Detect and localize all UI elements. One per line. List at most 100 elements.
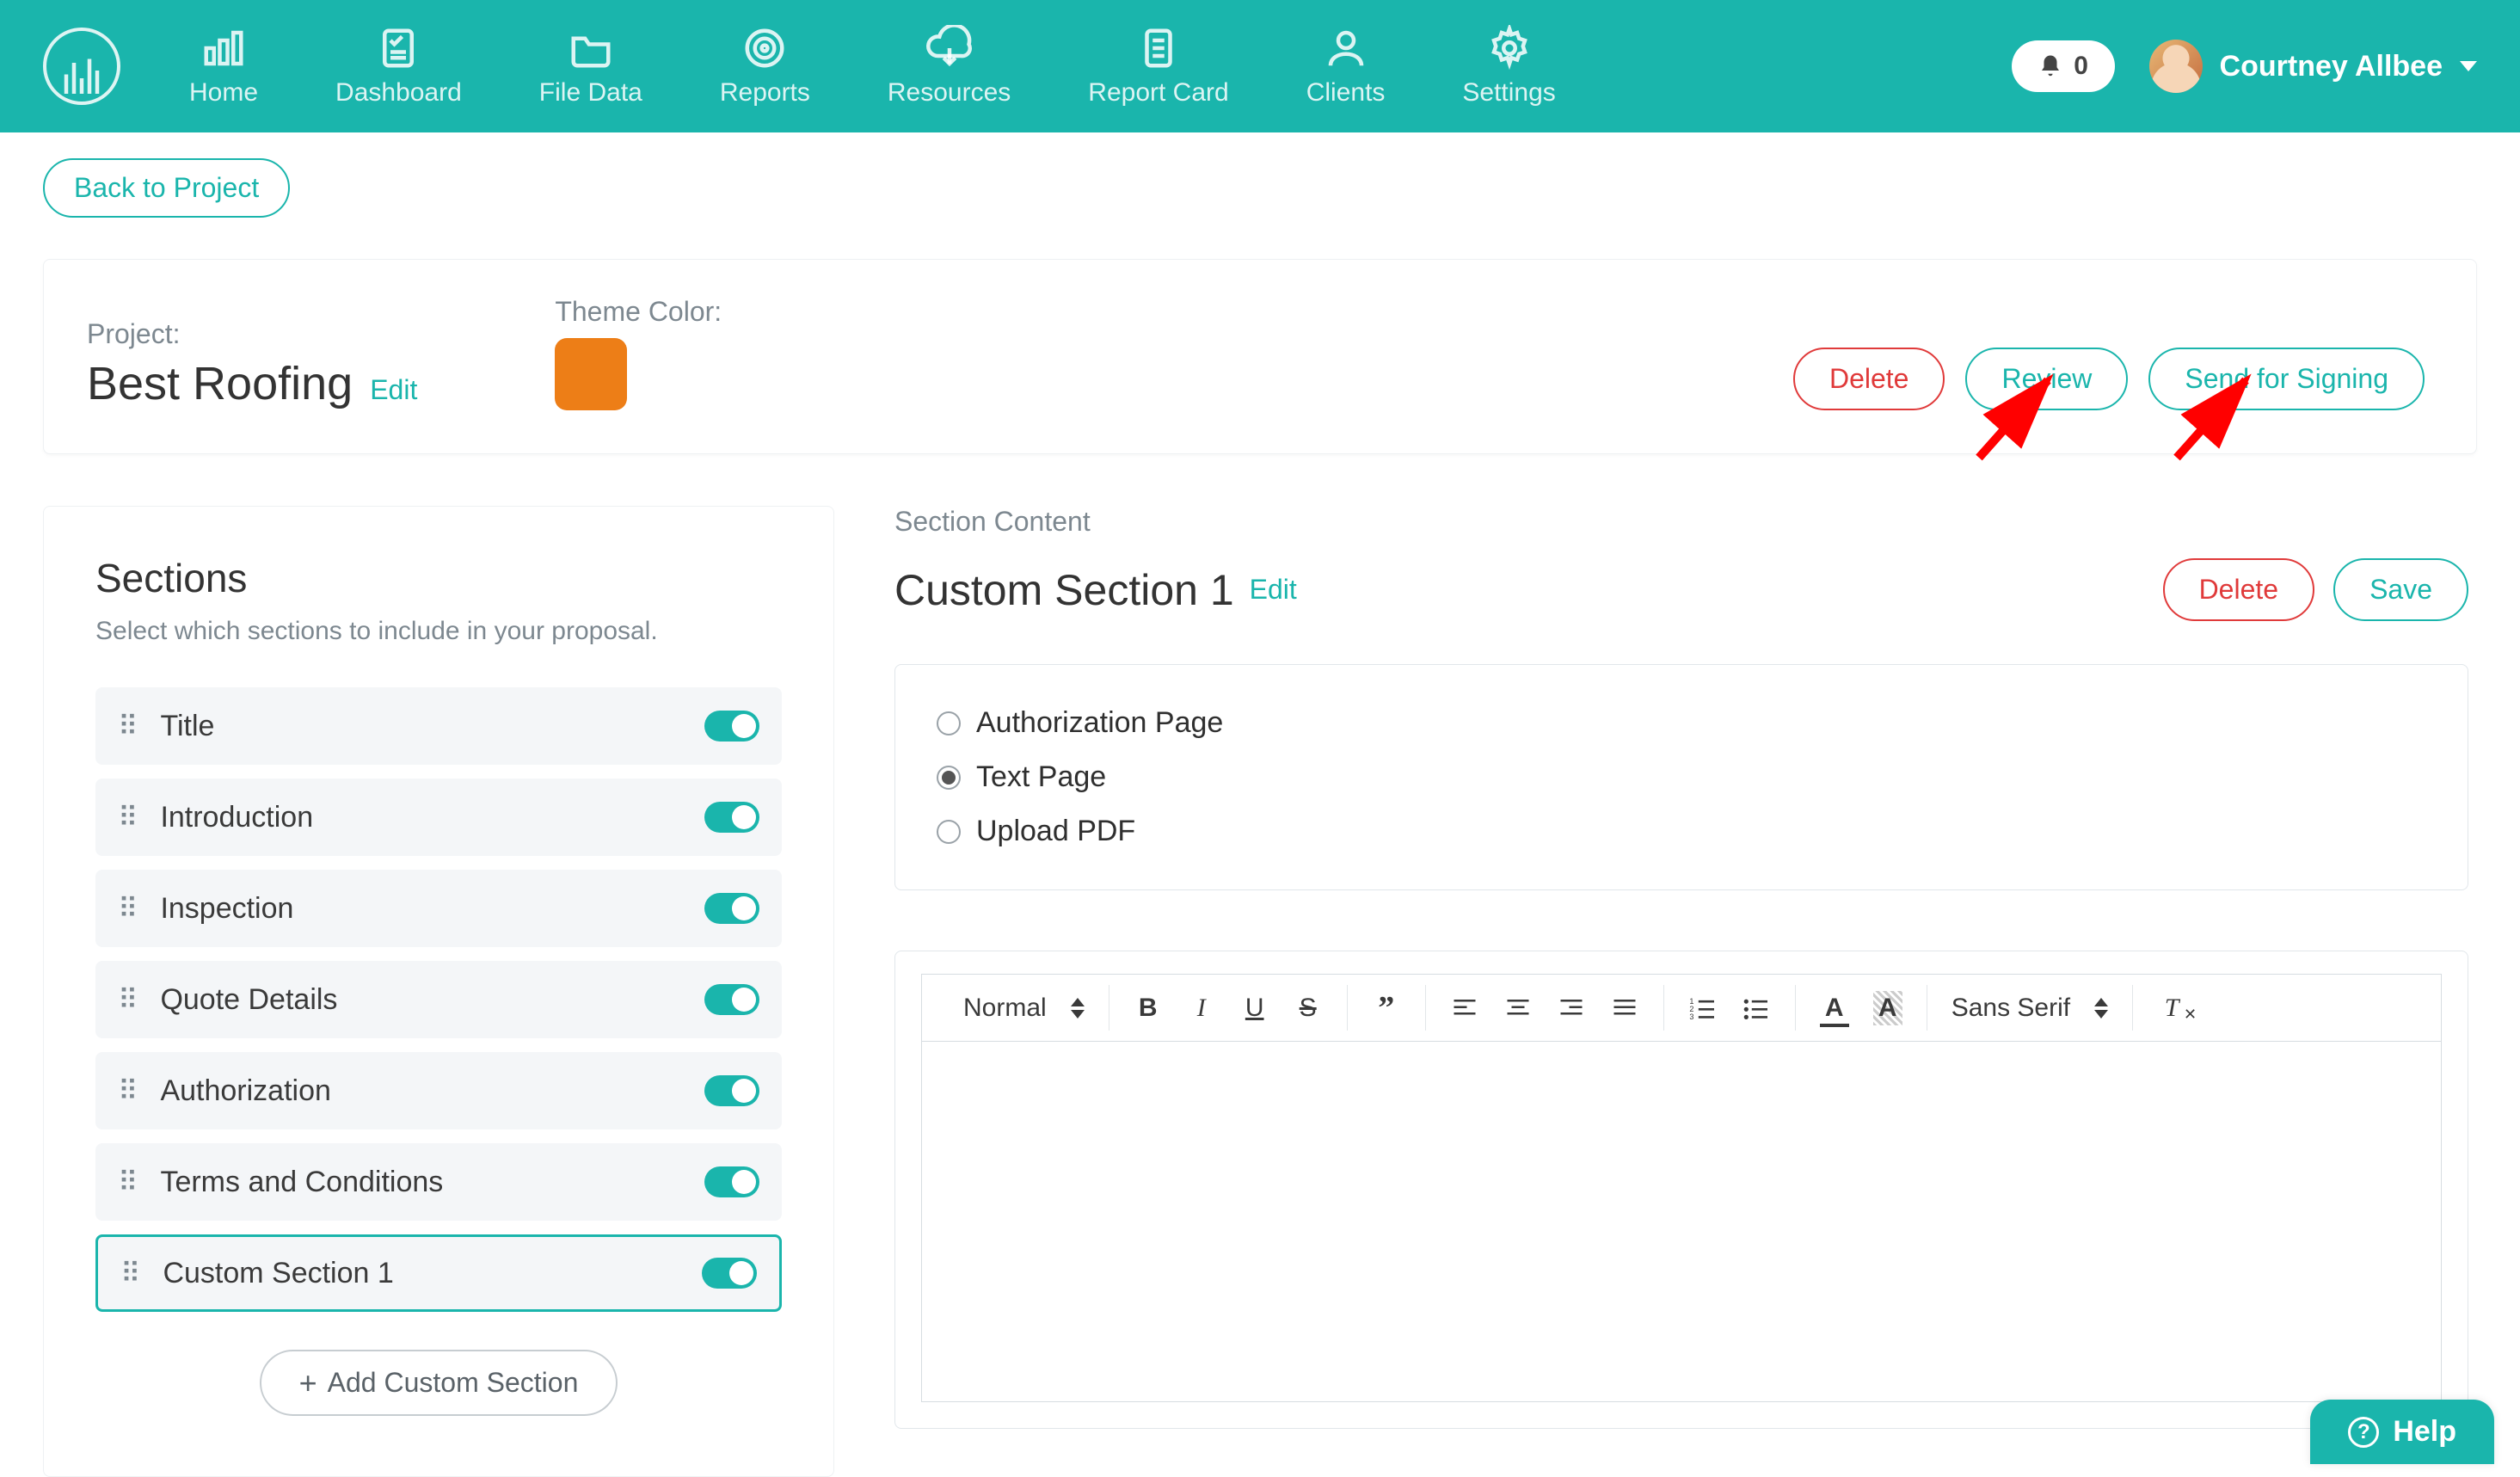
nav-dashboard[interactable]: Dashboard bbox=[335, 25, 462, 108]
user-name: Courtney Allbee bbox=[2220, 50, 2443, 83]
chevron-down-icon bbox=[2460, 61, 2477, 71]
nav-label: Home bbox=[189, 78, 258, 108]
section-row-label: Introduction bbox=[160, 801, 313, 834]
nav-clients[interactable]: Clients bbox=[1306, 25, 1386, 108]
back-to-project-button[interactable]: Back to Project bbox=[43, 158, 290, 218]
section-row-label: Custom Section 1 bbox=[163, 1257, 393, 1290]
toolbar-style-select[interactable]: Normal bbox=[963, 994, 1085, 1023]
section-toggle[interactable] bbox=[704, 1166, 759, 1197]
nav-resources[interactable]: Resources bbox=[888, 25, 1011, 108]
section-row[interactable]: ⠿ Title bbox=[95, 687, 782, 765]
toolbar-style-label: Normal bbox=[963, 994, 1047, 1023]
nav-label: Clients bbox=[1306, 78, 1386, 108]
nav-reports[interactable]: Reports bbox=[720, 25, 810, 108]
page-type-option[interactable]: Text Page bbox=[937, 750, 2426, 804]
svg-text:3: 3 bbox=[1689, 1012, 1693, 1019]
add-custom-label: Add Custom Section bbox=[328, 1367, 579, 1399]
nav-file-data[interactable]: File Data bbox=[539, 25, 642, 108]
section-row[interactable]: ⠿ Introduction bbox=[95, 779, 782, 856]
toolbar-highlight-button[interactable]: A bbox=[1873, 991, 1902, 1025]
drag-handle-icon[interactable]: ⠿ bbox=[118, 892, 139, 925]
section-toggle[interactable] bbox=[704, 1075, 759, 1106]
drag-handle-icon[interactable]: ⠿ bbox=[120, 1257, 142, 1289]
toolbar-clear-formatting-button[interactable]: T✕ bbox=[2157, 991, 2186, 1025]
add-custom-section-button[interactable]: + Add Custom Section bbox=[260, 1350, 618, 1416]
toolbar-bullet-list-button[interactable] bbox=[1742, 991, 1771, 1025]
section-row[interactable]: ⠿ Custom Section 1 bbox=[95, 1234, 782, 1312]
top-nav: Home Dashboard File Data Reports Resourc… bbox=[0, 0, 2520, 132]
project-edit-link[interactable]: Edit bbox=[370, 374, 417, 406]
section-content-label: Section Content bbox=[894, 506, 2468, 538]
project-review-button[interactable]: Review bbox=[1965, 348, 2128, 410]
project-send-for-signing-button[interactable]: Send for Signing bbox=[2148, 348, 2425, 410]
sections-title: Sections bbox=[95, 555, 782, 601]
user-menu[interactable]: Courtney Allbee bbox=[2149, 40, 2477, 93]
section-row-label: Quote Details bbox=[160, 983, 337, 1017]
page-type-panel: Authorization Page Text PageUpload PDF bbox=[894, 664, 2468, 890]
help-label: Help bbox=[2393, 1415, 2456, 1449]
section-delete-button[interactable]: Delete bbox=[2163, 558, 2315, 621]
section-title: Custom Section 1 bbox=[894, 565, 1234, 615]
page-type-option[interactable]: Authorization Page bbox=[937, 696, 2426, 750]
toolbar-ordered-list-button[interactable]: 123 bbox=[1688, 991, 1718, 1025]
toolbar-align-right-button[interactable] bbox=[1557, 991, 1586, 1025]
project-header-bar: Project: Best Roofing Edit Theme Color: … bbox=[43, 259, 2477, 454]
drag-handle-icon[interactable]: ⠿ bbox=[118, 801, 139, 834]
document-icon bbox=[1135, 25, 1182, 71]
nav-settings[interactable]: Settings bbox=[1462, 25, 1555, 108]
drag-handle-icon[interactable]: ⠿ bbox=[118, 1074, 139, 1107]
sections-panel: Sections Select which sections to includ… bbox=[43, 506, 834, 1477]
section-row-label: Title bbox=[160, 710, 214, 743]
toolbar-font-select[interactable]: Sans Serif bbox=[1951, 994, 2108, 1023]
help-button[interactable]: ? Help bbox=[2310, 1400, 2494, 1464]
toolbar-underline-button[interactable]: U bbox=[1240, 991, 1269, 1025]
toolbar-quote-button[interactable]: ” bbox=[1372, 991, 1401, 1025]
page-type-option[interactable]: Upload PDF bbox=[937, 804, 2426, 859]
section-row[interactable]: ⠿Terms and Conditions bbox=[95, 1143, 782, 1221]
section-toggle[interactable] bbox=[704, 802, 759, 833]
cloud-download-icon bbox=[926, 25, 973, 71]
project-delete-button[interactable]: Delete bbox=[1793, 348, 1945, 410]
toolbar-strikethrough-button[interactable]: S bbox=[1294, 991, 1323, 1025]
theme-color-swatch[interactable] bbox=[555, 338, 627, 410]
section-toggle[interactable] bbox=[704, 893, 759, 924]
toolbar-align-justify-button[interactable] bbox=[1610, 991, 1639, 1025]
section-toggle[interactable] bbox=[704, 984, 759, 1015]
nav-label: Resources bbox=[888, 78, 1011, 108]
app-logo-icon[interactable] bbox=[43, 28, 120, 105]
editor-panel: Normal B I U S ” bbox=[894, 951, 2468, 1429]
notification-count: 0 bbox=[2074, 52, 2088, 81]
toolbar-text-color-button[interactable]: A bbox=[1820, 991, 1849, 1025]
page-type-label: Authorization Page bbox=[976, 706, 1223, 740]
plus-icon: + bbox=[299, 1368, 317, 1399]
section-row-label: Inspection bbox=[160, 892, 293, 926]
gear-icon bbox=[1486, 25, 1533, 71]
drag-handle-icon[interactable]: ⠿ bbox=[118, 710, 139, 742]
radio-icon bbox=[937, 711, 961, 735]
sections-subtitle: Select which sections to include in your… bbox=[95, 617, 782, 646]
radio-icon bbox=[937, 766, 961, 790]
section-row[interactable]: ⠿ Quote Details bbox=[95, 961, 782, 1038]
section-row-label: Authorization bbox=[160, 1074, 330, 1108]
section-row[interactable]: ⠿ Authorization bbox=[95, 1052, 782, 1129]
section-row[interactable]: ⠿ Inspection bbox=[95, 870, 782, 947]
toolbar-align-center-button[interactable] bbox=[1503, 991, 1533, 1025]
section-title-edit-link[interactable]: Edit bbox=[1250, 574, 1297, 606]
editor-textarea[interactable] bbox=[921, 1041, 2442, 1402]
drag-handle-icon[interactable]: ⠿ bbox=[118, 983, 139, 1016]
drag-handle-icon[interactable]: ⠿ bbox=[118, 1166, 139, 1198]
toolbar-bold-button[interactable]: B bbox=[1134, 991, 1163, 1025]
section-toggle[interactable] bbox=[704, 711, 759, 742]
nav-home[interactable]: Home bbox=[189, 25, 258, 108]
nav-label: Dashboard bbox=[335, 78, 462, 108]
nav-items: Home Dashboard File Data Reports Resourc… bbox=[189, 25, 1556, 108]
section-save-button[interactable]: Save bbox=[2333, 558, 2468, 621]
nav-label: Report Card bbox=[1088, 78, 1228, 108]
help-icon: ? bbox=[2348, 1417, 2379, 1448]
section-toggle[interactable] bbox=[702, 1258, 757, 1289]
toolbar-italic-button[interactable]: I bbox=[1187, 991, 1216, 1025]
nav-report-card[interactable]: Report Card bbox=[1088, 25, 1228, 108]
notifications-pill[interactable]: 0 bbox=[2012, 40, 2115, 92]
toolbar-align-left-button[interactable] bbox=[1450, 991, 1479, 1025]
nav-label: Reports bbox=[720, 78, 810, 108]
